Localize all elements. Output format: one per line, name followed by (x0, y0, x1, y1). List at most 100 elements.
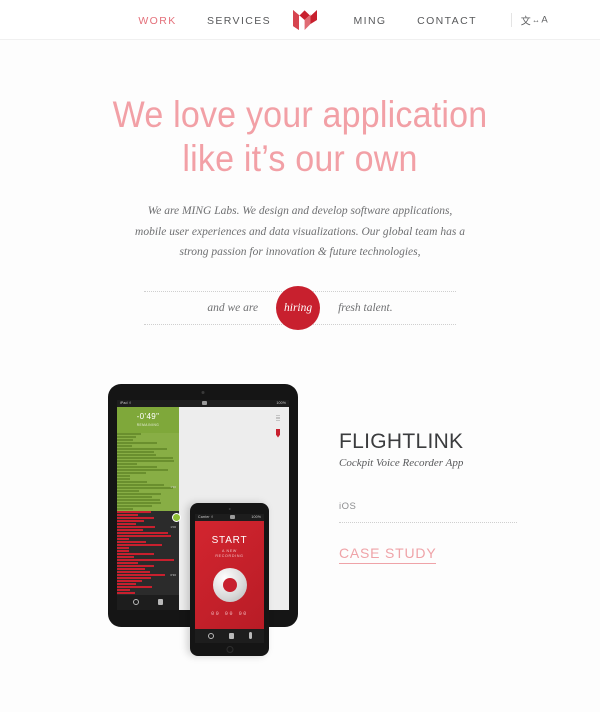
waveform-bar (117, 573, 166, 576)
waveform-bar (117, 456, 174, 459)
waveform-bar (117, 552, 154, 555)
waveform-bar (117, 579, 143, 582)
waveform-bar (117, 564, 154, 567)
waveform-bar (117, 486, 174, 489)
waveform-bar (117, 462, 137, 465)
waveform-bar (117, 441, 158, 444)
waveform-bar (117, 591, 135, 594)
playhead-handle[interactable] (172, 512, 181, 522)
project-divider (339, 521, 517, 523)
microphone-icon[interactable] (248, 632, 252, 639)
waveform-bar (117, 495, 152, 498)
waveform-bar (117, 582, 136, 585)
start-subheading: A NEW RECORDING (215, 549, 243, 559)
waveform-bar (117, 483, 164, 486)
record-icon[interactable] (133, 599, 140, 605)
waveform-bar (117, 525, 155, 528)
track-time-header: -0'49" REMAINING (117, 406, 179, 433)
marker-lines-icon (276, 414, 280, 421)
waveform-bar (117, 435, 136, 438)
waveform-tick-3: 0'30 (170, 572, 176, 577)
waveform-bar (117, 516, 155, 519)
nav-item-contact[interactable]: CONTACT (417, 15, 477, 27)
hiring-banner: and we are hiring fresh talent. (144, 284, 456, 332)
waveform-bar (117, 507, 134, 510)
recording-timer: 00 00 00 (211, 610, 248, 617)
record-button-inner-icon (222, 577, 237, 592)
track-time-label: REMAINING (136, 422, 160, 427)
phone-mockup: Carrier ⇧ 100% START A NEW RECORDING 00 … (190, 502, 269, 656)
waveform-bar (117, 477, 131, 480)
tablet-status-left: iPad ⇧ (120, 401, 132, 405)
waveform-bar (117, 447, 167, 450)
project-subtitle: Cockpit Voice Recorder App (339, 456, 464, 469)
tablet-toolbar (117, 594, 179, 610)
project-title: FLIGHTLINK (339, 429, 464, 453)
tablet-status-right: 100% (276, 401, 286, 405)
hiring-text-after: fresh talent. (338, 301, 393, 314)
library-icon[interactable] (157, 599, 163, 605)
waveform-bar (117, 528, 143, 531)
tablet-status-center-icon (201, 401, 207, 405)
waveform-bar (117, 576, 151, 579)
device-mockups: iPad ⇧ 100% -0'49" REMAINING 1'30 1'00 0… (108, 383, 298, 656)
nav-item-ming[interactable]: MING (353, 15, 386, 27)
hiring-badge[interactable]: hiring (276, 285, 321, 330)
waveform-bar (117, 504, 152, 507)
track-time-value: -0'49" (136, 411, 160, 421)
tablet-status-bar: iPad ⇧ 100% (117, 399, 289, 407)
nav-divider (510, 13, 512, 26)
phone-status-center-icon (230, 515, 236, 519)
swap-arrow-icon: ↔ (532, 15, 541, 24)
waveform-bar (117, 501, 162, 504)
waveform-bar (117, 471, 146, 474)
language-cjk-icon: 文 (520, 16, 532, 27)
waveform-bar (117, 453, 157, 456)
waveform-bar (117, 459, 175, 462)
phone-record-icon[interactable] (207, 632, 214, 639)
marker-pin-icon[interactable] (276, 428, 280, 438)
ming-logo[interactable] (292, 9, 318, 31)
hiring-text-row: and we are hiring fresh talent. (144, 285, 456, 330)
hiring-text-before: and we are (207, 301, 259, 314)
nav-slot-contact: CONTACT (409, 11, 486, 29)
nav-slot-work: WORK (115, 11, 201, 29)
language-switcher[interactable]: 文 ↔ A (510, 12, 548, 27)
waveform-tick-2: 1'00 (170, 524, 176, 529)
project-platform-tag: iOS (339, 500, 357, 512)
headline-line-2: like it’s our own (182, 138, 418, 179)
waveform-bar (117, 438, 133, 441)
waveform-bar (117, 558, 174, 561)
language-toggle-button[interactable]: 文 ↔ A (521, 12, 548, 27)
nav-slot-services: SERVICES (201, 11, 278, 29)
waveform-bar (117, 465, 158, 468)
tablet-camera-icon (201, 390, 205, 394)
waveform-green-bars (117, 432, 179, 511)
ming-logo-icon (292, 9, 317, 30)
language-latin-icon: A (541, 14, 548, 25)
record-button[interactable] (212, 567, 247, 602)
waveform-bar (117, 474, 131, 477)
waveform-bar (117, 588, 130, 591)
waveform-bar (117, 567, 146, 570)
nav-item-services[interactable]: SERVICES (207, 15, 271, 27)
waveform-bar (117, 519, 145, 522)
phone-camera-icon (228, 507, 231, 510)
waveform-bar (117, 468, 169, 471)
waveform-bar (117, 522, 137, 525)
waveform-bar (117, 489, 139, 492)
start-subheading-line-1: A NEW (221, 548, 238, 553)
waveform-bar (117, 540, 146, 543)
waveform-bar (117, 510, 151, 513)
waveform-bar (117, 480, 147, 483)
phone-library-icon[interactable] (228, 632, 234, 639)
waveform-bar (117, 531, 169, 534)
waveform-bar (117, 498, 160, 501)
phone-status-left: Carrier ⇧ (198, 515, 214, 519)
waveform-bar (117, 492, 161, 495)
hero-section: We love your application like it’s our o… (0, 40, 600, 332)
nav-item-work[interactable]: WORK (138, 15, 176, 27)
case-study-link[interactable]: CASE STUDY (339, 545, 437, 564)
featured-project-section: iPad ⇧ 100% -0'49" REMAINING 1'30 1'00 0… (0, 383, 600, 694)
nav-slot-ming: MING (332, 11, 409, 29)
